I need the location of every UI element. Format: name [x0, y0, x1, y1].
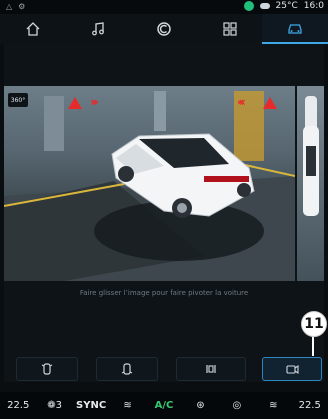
side-camera-view[interactable]: [297, 86, 324, 281]
sensor-settings-icon: [206, 365, 216, 373]
steering-heat-button[interactable]: ◎: [219, 400, 255, 411]
fan-speed-value: 3: [55, 400, 63, 411]
steering-wheel-icon: ◎: [232, 400, 242, 411]
defrost-icon: ⊛: [196, 400, 205, 411]
front-camera-icon: [41, 363, 53, 375]
fan-speed[interactable]: ❁3: [36, 400, 72, 411]
surround-camera-view[interactable]: [4, 86, 295, 281]
left-temperature[interactable]: 22.5: [0, 400, 36, 411]
status-right: 25°C 16:0: [243, 1, 324, 11]
apps-grid-icon: [222, 22, 237, 36]
top-view-camera-icon: [286, 364, 299, 375]
right-proximity-chevrons-icon: ‹‹‹: [237, 95, 246, 109]
rear-camera-icon: [121, 363, 133, 375]
fan-icon: ❁: [47, 400, 56, 411]
callout-line: [312, 334, 314, 356]
side-camera-scene: [303, 96, 319, 216]
user-icon: △: [6, 2, 13, 11]
car-icon: [288, 24, 302, 34]
music-icon: [92, 22, 105, 36]
climate-bar: 22.5 ❁3 SYNC ≋ A/C ⊛ ◎ ≋ 22.5: [0, 392, 328, 419]
phone-app-icon: [157, 22, 171, 36]
top-view-camera-button[interactable]: [262, 357, 322, 381]
status-bar: △ ⚙ 25°C 16:0: [0, 0, 328, 14]
seat-vent-button[interactable]: ≋: [255, 400, 291, 411]
rear-defrost-button[interactable]: ⊛: [182, 400, 218, 411]
camera-scene: [4, 91, 295, 281]
clock: 16:0: [303, 1, 324, 11]
connectivity-icon: [243, 1, 254, 11]
right-warning-icon: [263, 97, 277, 109]
nav-home[interactable]: [0, 14, 66, 44]
weather-icon: [259, 3, 270, 9]
nav-apps[interactable]: [197, 14, 263, 44]
top-navigation: [0, 14, 328, 44]
screen: △ ⚙ 25°C 16:0 360° ››› ‹‹‹ Faire glisser…: [0, 0, 328, 419]
sync-button[interactable]: SYNC: [73, 400, 109, 411]
status-left: △ ⚙: [6, 2, 25, 11]
outside-temperature: 25°C: [275, 1, 298, 11]
rear-camera-button[interactable]: [96, 357, 158, 381]
sensor-settings-button[interactable]: [176, 357, 246, 381]
settings-icon: ⚙: [18, 2, 26, 11]
left-warning-icon: [68, 97, 82, 109]
nav-music[interactable]: [66, 14, 132, 44]
rotate-hint-text: Faire glisser l’image pour faire pivoter…: [79, 289, 249, 297]
seat-icon: ≋: [269, 400, 278, 411]
right-temperature[interactable]: 22.5: [292, 400, 328, 411]
nav-vehicle[interactable]: [262, 14, 328, 44]
left-proximity-chevrons-icon: ›››: [90, 95, 99, 109]
view-360-badge[interactable]: 360°: [8, 93, 28, 107]
nav-phone-app[interactable]: [131, 14, 197, 44]
callout-marker: 11: [301, 311, 327, 337]
front-camera-button[interactable]: [16, 357, 78, 381]
home-icon: [26, 22, 40, 36]
seat-heating-button[interactable]: ≋: [109, 400, 145, 411]
seat-heat-icon: ≋: [123, 400, 132, 411]
ac-button[interactable]: A/C: [146, 400, 182, 411]
